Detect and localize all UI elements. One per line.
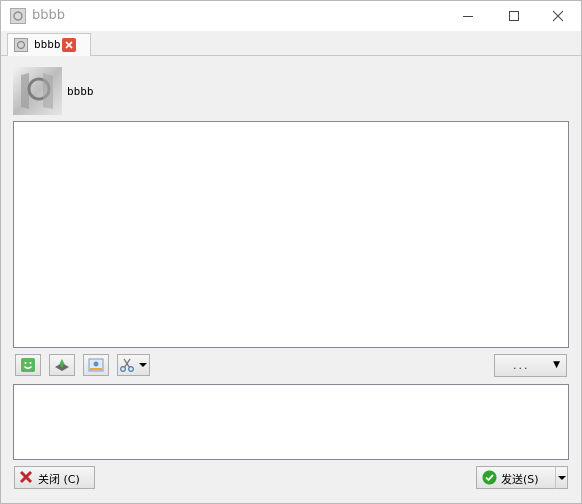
window-close-button[interactable]: [535, 1, 581, 31]
tab-strip: bbbb: [1, 31, 581, 56]
image-icon: [88, 358, 104, 372]
close-icon: [552, 10, 564, 22]
send-image-button[interactable]: [83, 354, 109, 376]
send-file-button[interactable]: [49, 354, 75, 376]
avatar[interactable]: [13, 67, 62, 115]
red-x-icon: [19, 470, 33, 484]
checkmark-icon: [482, 470, 497, 485]
tab-bbbb[interactable]: bbbb: [7, 33, 91, 56]
maximize-button[interactable]: [491, 1, 537, 31]
minimize-icon: [463, 16, 473, 17]
minimize-button[interactable]: [445, 1, 491, 31]
close-tab-icon: [65, 41, 73, 49]
tab-label: bbbb: [34, 38, 61, 51]
more-options-button[interactable]: ... ▼: [494, 354, 567, 377]
close-chat-label: 关闭 (C): [38, 473, 80, 486]
maximize-icon: [509, 11, 519, 21]
app-icon: [10, 8, 26, 24]
send-button[interactable]: 发送(S): [476, 466, 556, 489]
chevron-down-icon: [138, 363, 147, 367]
chat-window: bbbb bbbb bbbb ... ▼ 关闭 (C) 发送(S): [0, 0, 582, 504]
title-bar[interactable]: bbbb: [1, 1, 581, 31]
file-transfer-icon: [55, 359, 69, 371]
contact-tab-icon: [14, 38, 28, 52]
window-title: bbbb: [32, 8, 66, 23]
emoji-icon: [21, 358, 35, 372]
contact-name: bbbb: [67, 85, 94, 98]
close-chat-button[interactable]: 关闭 (C): [14, 466, 95, 489]
tab-close-button[interactable]: [62, 38, 76, 52]
message-input[interactable]: [13, 384, 569, 460]
scissors-icon: [120, 358, 134, 372]
screenshot-button[interactable]: [117, 354, 137, 376]
emoji-button[interactable]: [15, 354, 41, 376]
send-label: 发送(S): [501, 473, 539, 486]
message-history[interactable]: [13, 121, 569, 348]
send-options-dropdown[interactable]: [555, 466, 568, 489]
more-options-label: ...: [513, 359, 530, 372]
chevron-down-icon: [557, 475, 566, 480]
chevron-down-icon: ▼: [553, 360, 560, 370]
screenshot-options-dropdown[interactable]: [136, 354, 150, 376]
